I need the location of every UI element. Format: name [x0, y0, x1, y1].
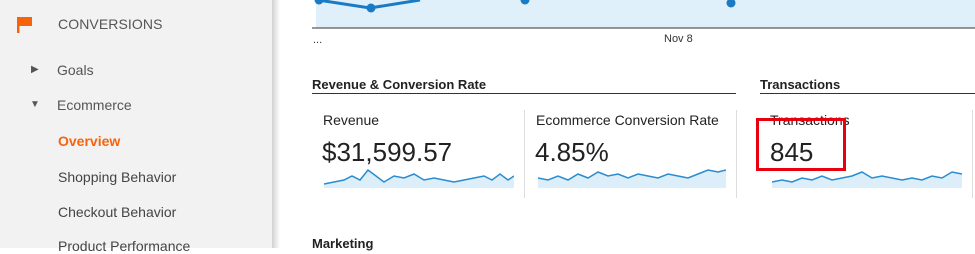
main-content: ... Nov 8 Revenue & Conversion Rate Tran…	[280, 0, 975, 251]
x-axis-start-label: ...	[313, 34, 323, 46]
x-axis-date-label: Nov 8	[664, 33, 693, 45]
timeline-area	[316, 0, 975, 28]
revenue-conversion-heading: Revenue & Conversion Rate	[312, 77, 487, 92]
marketing-heading: Marketing	[312, 236, 374, 251]
section-title-conversions[interactable]: CONVERSIONS	[58, 16, 163, 32]
sidebar-item-product-performance[interactable]: Product Performance	[58, 238, 190, 254]
conversion-rate-sparkline	[538, 169, 726, 188]
card-divider	[524, 110, 525, 198]
section-rule	[760, 93, 975, 94]
metric-label-conversion-rate: Ecommerce Conversion Rate	[536, 112, 719, 128]
flag-icon	[17, 17, 32, 33]
sidebar-shadow	[272, 0, 280, 248]
card-divider	[736, 110, 737, 198]
revenue-sparkline	[324, 168, 514, 188]
timeline-point	[366, 3, 376, 13]
sidebar-item-shopping-behavior[interactable]: Shopping Behavior	[58, 169, 176, 185]
sidebar-item-goals[interactable]: Goals	[57, 62, 94, 78]
transactions-heading: Transactions	[760, 77, 841, 92]
card-divider	[972, 110, 973, 198]
sidebar-item-checkout-behavior[interactable]: Checkout Behavior	[58, 204, 176, 220]
section-rule	[312, 93, 736, 94]
highlight-box	[756, 118, 846, 171]
collapse-arrow-icon[interactable]: ▼	[30, 99, 40, 110]
sidebar: CONVERSIONS ▶ Goals ▼ Ecommerce Overview…	[0, 0, 272, 254]
expand-arrow-icon[interactable]: ▶	[31, 64, 39, 75]
timeline-chart	[312, 0, 975, 29]
metric-label-revenue: Revenue	[323, 112, 380, 128]
sidebar-item-ecommerce[interactable]: Ecommerce	[57, 97, 132, 113]
sidebar-item-overview[interactable]: Overview	[58, 133, 120, 149]
